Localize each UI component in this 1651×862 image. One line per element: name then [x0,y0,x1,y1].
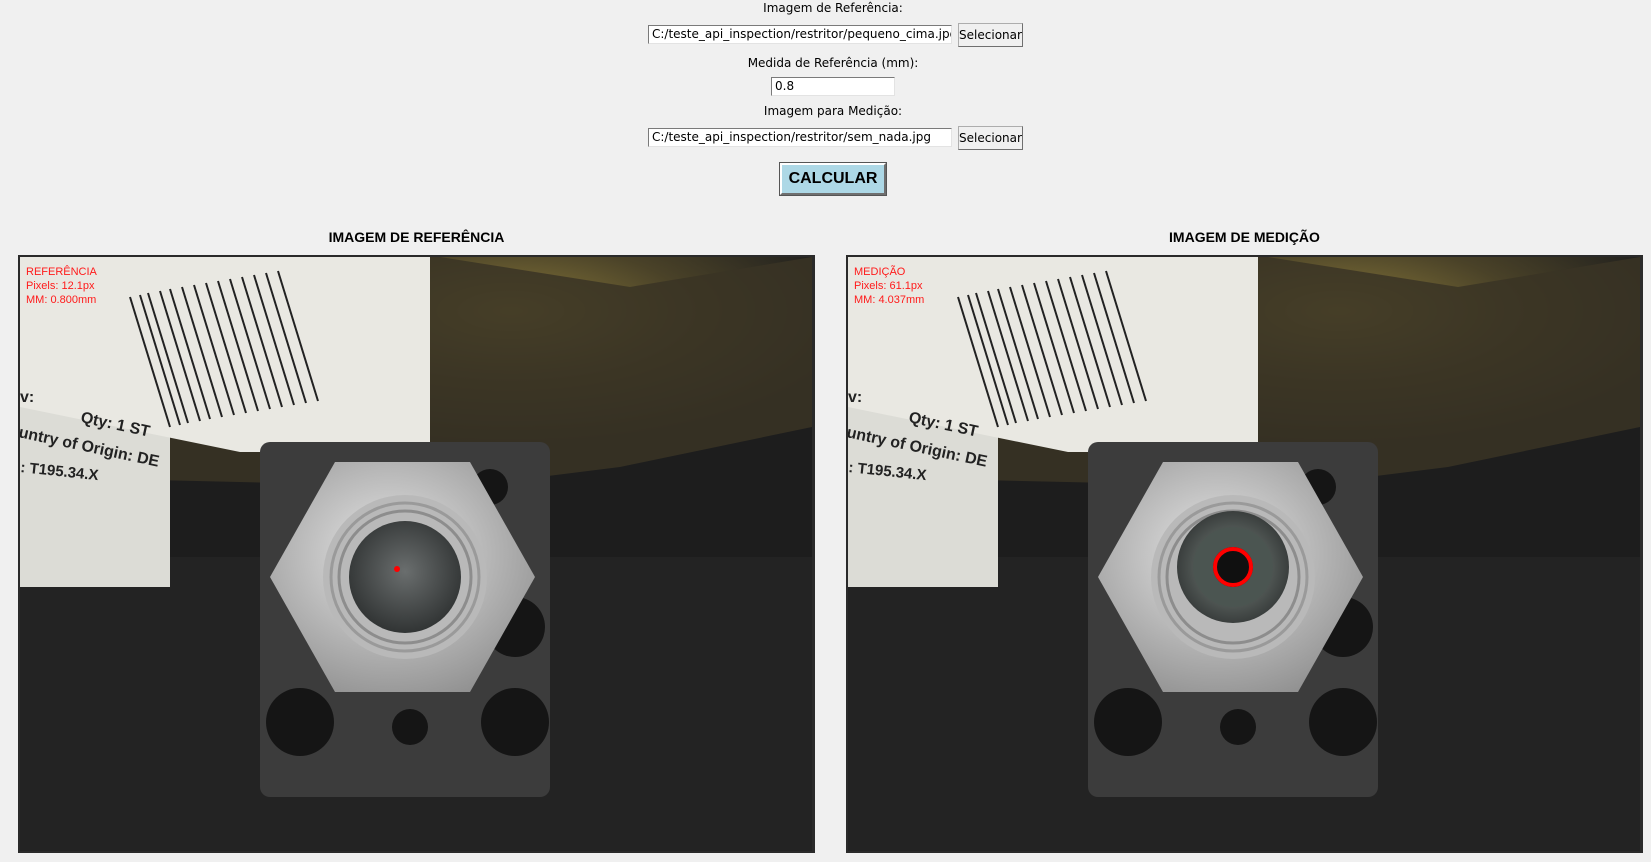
measure-select-button[interactable]: Selecionar [958,126,1023,150]
measurement-overlay-mm: MM: 4.037mm [854,294,925,306]
reference-overlay-pixels: Pixels: 12.1px [26,280,95,292]
measure-image-path-input[interactable]: C:/teste_api_inspection/restritor/sem_na… [648,128,952,147]
reference-image-panel: Qty: 1 ST untry of Origin: DE : T195.34.… [18,255,815,853]
app-window: Imagem de Referência: C:/teste_api_inspe… [0,0,1651,862]
reference-image-path-input[interactable]: C:/teste_api_inspection/restritor/pequen… [648,25,952,44]
measure-image-label: Imagem para Medição: [763,104,903,118]
reference-photo: Qty: 1 ST untry of Origin: DE : T195.34.… [20,257,812,851]
photo-rev-text: v: [848,389,862,406]
reference-measure-point [394,566,400,572]
reference-panel-title: IMAGEM DE REFERÊNCIA [328,229,505,245]
reference-image-label: Imagem de Referência: [763,1,903,15]
measurement-photo: Qty: 1 ST untry of Origin: DE : T195.34.… [848,257,1640,851]
reference-overlay-title: REFERÊNCIA [26,266,97,278]
reference-measure-label: Medida de Referência (mm): [747,56,919,70]
reference-overlay-mm: MM: 0.800mm [26,294,97,306]
measurement-overlay: MEDIÇÃO Pixels: 61.1px MM: 4.037mm [854,265,924,307]
measurement-panel-title: IMAGEM DE MEDIÇÃO [1169,229,1320,245]
reference-measure-input[interactable]: 0.8 [771,77,895,96]
reference-overlay: REFERÊNCIA Pixels: 12.1px MM: 0.800mm [26,265,97,307]
measurement-overlay-pixels: Pixels: 61.1px [854,280,923,292]
reference-select-button[interactable]: Selecionar [958,23,1023,47]
measurement-image-panel: Qty: 1 ST untry of Origin: DE : T195.34.… [846,255,1643,853]
photo-rev-text: v: [20,389,34,406]
measurement-overlay-title: MEDIÇÃO [854,266,906,278]
calculate-button[interactable]: CALCULAR [779,162,887,196]
